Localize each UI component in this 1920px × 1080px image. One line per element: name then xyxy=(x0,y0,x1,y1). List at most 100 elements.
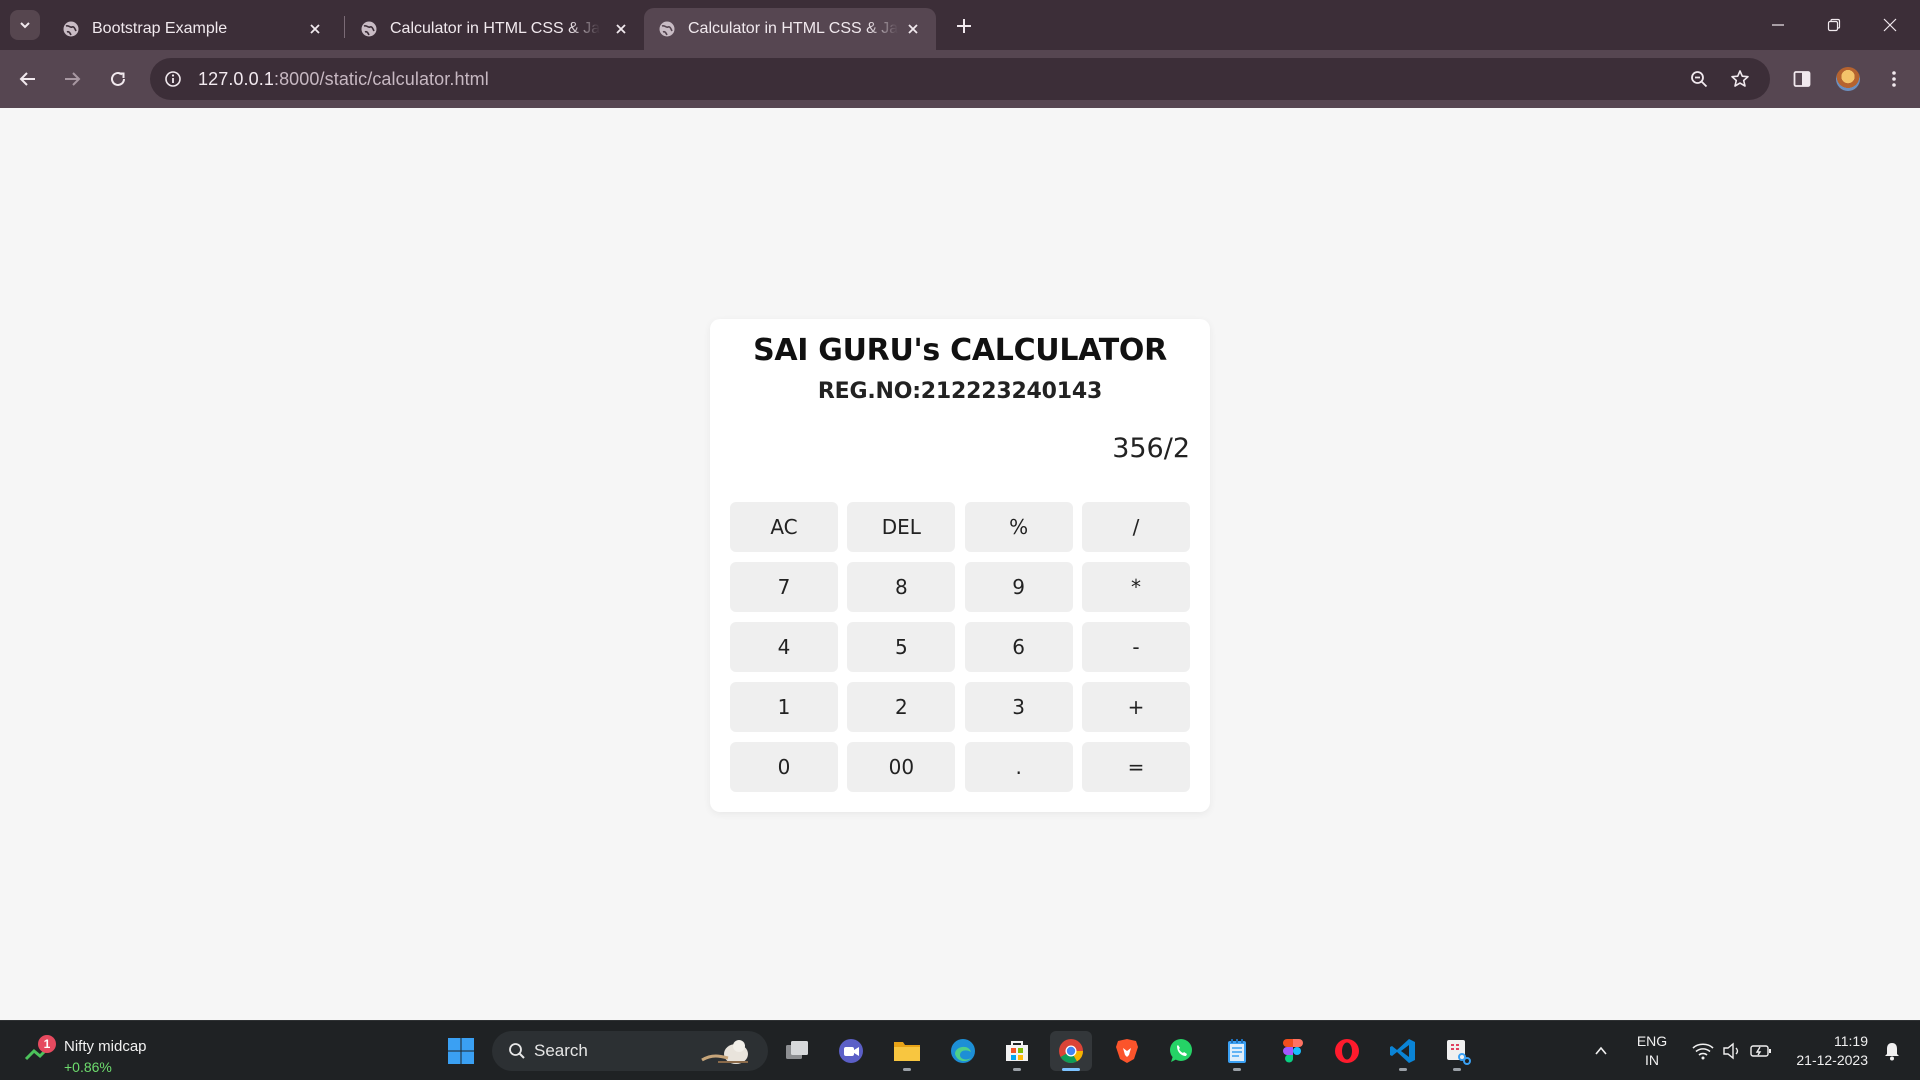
reload-button[interactable] xyxy=(102,63,134,95)
widget-change: +0.86% xyxy=(64,1059,112,1075)
tab-calculator-1[interactable]: Calculator in HTML CSS & JavaScript xyxy=(346,8,644,50)
region-code: IN xyxy=(1645,1052,1659,1068)
notepad-icon[interactable] xyxy=(1216,1031,1258,1071)
key-4[interactable]: 4 xyxy=(730,622,838,672)
key-decimal[interactable]: . xyxy=(964,742,1073,792)
calculator-card: SAI GURU's CALCULATOR REG.NO:21222324014… xyxy=(710,319,1210,812)
calculator-keypad: AC DEL % / 7 8 9 * 4 5 6 - 1 2 3 + 0 00 … xyxy=(730,502,1190,792)
store-icon[interactable] xyxy=(996,1031,1038,1071)
wifi-icon xyxy=(1692,1043,1714,1060)
notification-badge: 1 xyxy=(38,1035,56,1053)
browser-menu-button[interactable] xyxy=(1878,63,1910,95)
more-vertical-icon xyxy=(1892,71,1896,87)
taskbar-search[interactable]: Search xyxy=(492,1031,768,1071)
arrow-left-icon xyxy=(19,72,35,86)
close-icon[interactable] xyxy=(306,20,324,38)
forward-button[interactable] xyxy=(56,63,88,95)
key-delete[interactable]: DEL xyxy=(847,502,956,552)
key-multiply[interactable]: * xyxy=(1081,562,1190,612)
figma-icon[interactable] xyxy=(1272,1031,1314,1071)
edge-browser-icon[interactable] xyxy=(942,1031,984,1071)
meet-app-icon[interactable] xyxy=(830,1031,872,1071)
taskbar: 1 Nifty midcap +0.86% Search ENG IN 11:1… xyxy=(0,1020,1920,1080)
back-button[interactable] xyxy=(12,63,44,95)
tab-calculator-active[interactable]: Calculator in HTML CSS & JavaScript xyxy=(644,8,936,50)
globe-icon xyxy=(361,21,377,37)
search-label: Search xyxy=(534,1041,588,1060)
stock-widget[interactable]: 1 Nifty midcap +0.86% xyxy=(22,1029,172,1075)
system-clock[interactable]: 11:19 21-12-2023 xyxy=(1782,1021,1868,1080)
key-6[interactable]: 6 xyxy=(964,622,1073,672)
zoom-icon[interactable] xyxy=(1682,62,1716,96)
key-2[interactable]: 2 xyxy=(847,682,956,732)
search-icon xyxy=(509,1043,525,1059)
volume-icon xyxy=(1723,1042,1739,1060)
whatsapp-icon[interactable] xyxy=(1160,1031,1202,1071)
tab-search-button[interactable] xyxy=(10,10,40,40)
tab-divider xyxy=(344,16,345,38)
snipping-tool-icon[interactable] xyxy=(1436,1031,1478,1071)
widget-title: Nifty midcap xyxy=(64,1038,147,1055)
minimize-icon xyxy=(1772,24,1784,26)
profile-button[interactable] xyxy=(1832,63,1864,95)
calculator-display: 356/2 xyxy=(1112,433,1190,464)
new-tab-button[interactable] xyxy=(950,12,978,40)
key-7[interactable]: 7 xyxy=(730,562,838,612)
task-view-button[interactable] xyxy=(776,1031,818,1071)
close-icon[interactable] xyxy=(904,20,922,38)
key-add[interactable]: + xyxy=(1081,682,1190,732)
tab-title: Calculator in HTML CSS & JavaScript xyxy=(390,20,600,37)
restore-button[interactable] xyxy=(1806,0,1862,50)
key-5[interactable]: 5 xyxy=(847,622,956,672)
site-info-icon[interactable] xyxy=(156,62,190,96)
tab-title: Calculator in HTML CSS & JavaScript xyxy=(688,20,898,37)
opera-browser-icon[interactable] xyxy=(1326,1031,1368,1071)
key-8[interactable]: 8 xyxy=(847,562,956,612)
task-view-icon xyxy=(786,1041,808,1059)
clock-time: 11:19 xyxy=(1834,1033,1868,1049)
vscode-icon[interactable] xyxy=(1382,1031,1424,1071)
key-0[interactable]: 0 xyxy=(730,742,838,792)
key-percent[interactable]: % xyxy=(964,502,1073,552)
address-bar[interactable]: 127.0.0.1:8000/static/calculator.html xyxy=(150,58,1770,100)
bell-icon xyxy=(1885,1043,1899,1061)
quick-settings-button[interactable] xyxy=(1682,1021,1782,1080)
restore-icon xyxy=(1827,18,1841,32)
browser-tab-strip: Bootstrap Example Calculator in HTML CSS… xyxy=(0,0,1920,50)
close-icon[interactable] xyxy=(612,20,630,38)
show-hidden-icons-button[interactable] xyxy=(1586,1021,1616,1080)
bookmark-star-icon[interactable] xyxy=(1723,62,1757,96)
battery-icon xyxy=(1750,1045,1771,1057)
brave-browser-icon[interactable] xyxy=(1106,1031,1148,1071)
start-button[interactable] xyxy=(440,1031,482,1071)
minimize-button[interactable] xyxy=(1750,0,1806,50)
plus-icon xyxy=(957,19,971,33)
search-highlight-icon xyxy=(701,1040,748,1064)
key-equals[interactable]: = xyxy=(1081,742,1190,792)
file-explorer-icon[interactable] xyxy=(886,1031,928,1071)
notifications-button[interactable] xyxy=(1874,1021,1910,1080)
key-1[interactable]: 1 xyxy=(730,682,838,732)
avatar xyxy=(1836,67,1860,91)
key-all-clear[interactable]: AC xyxy=(730,502,838,552)
clock-date: 21-12-2023 xyxy=(1796,1052,1868,1068)
close-window-button[interactable] xyxy=(1862,0,1918,50)
key-9[interactable]: 9 xyxy=(964,562,1073,612)
key-subtract[interactable]: - xyxy=(1081,622,1190,672)
windows-logo-icon xyxy=(448,1038,474,1064)
url-text[interactable]: 127.0.0.1:8000/static/calculator.html xyxy=(198,69,489,90)
browser-toolbar: 127.0.0.1:8000/static/calculator.html xyxy=(0,50,1920,108)
reload-icon xyxy=(111,71,125,86)
url-host: 127.0.0.1 xyxy=(198,68,274,89)
key-3[interactable]: 3 xyxy=(964,682,1073,732)
registration-number: REG.NO:212223240143 xyxy=(817,379,1103,404)
tab-title: Bootstrap Example xyxy=(92,20,228,37)
key-double-zero[interactable]: 00 xyxy=(847,742,956,792)
key-divide[interactable]: / xyxy=(1081,502,1190,552)
chrome-icon[interactable] xyxy=(1050,1031,1092,1071)
language-indicator[interactable]: ENG IN xyxy=(1628,1021,1676,1080)
tab-bootstrap-example[interactable]: Bootstrap Example xyxy=(48,8,338,50)
language-code: ENG xyxy=(1636,1033,1668,1049)
chevron-up-icon xyxy=(1595,1046,1607,1055)
side-panel-button[interactable] xyxy=(1786,63,1818,95)
